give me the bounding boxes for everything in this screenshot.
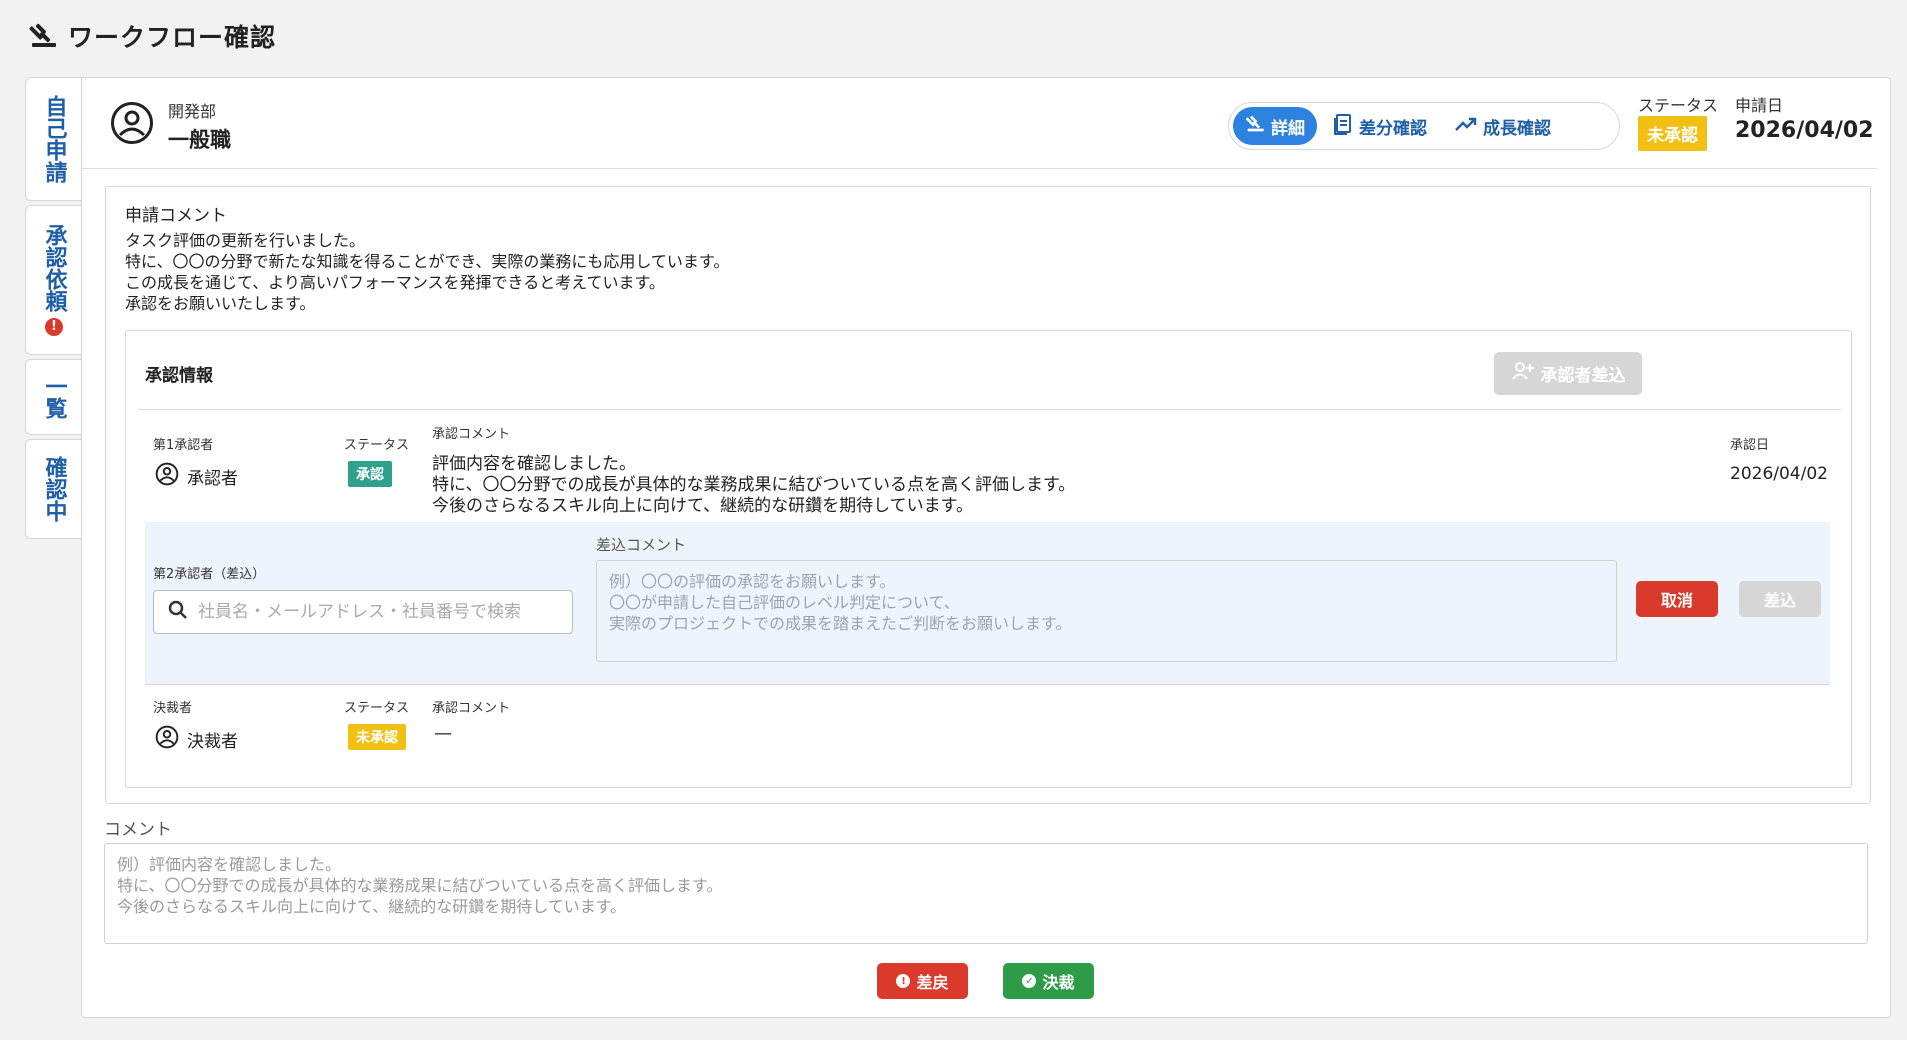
tab-diff-check[interactable]: 差分確認 bbox=[1321, 107, 1439, 145]
status-label: ステータス bbox=[1638, 96, 1719, 115]
add-approver-button[interactable]: 承認者差込 bbox=[1494, 352, 1642, 395]
person-add-icon bbox=[1511, 361, 1535, 386]
alert-icon: ! bbox=[896, 974, 911, 988]
tab-detail[interactable]: 詳細 bbox=[1233, 107, 1317, 145]
apply-date: 2026/04/02 bbox=[1735, 118, 1874, 143]
department-label: 開発部 bbox=[168, 102, 217, 121]
approver-role-label: 第2承認者（差込） bbox=[153, 567, 266, 582]
status-label: ステータス bbox=[344, 701, 410, 716]
divider bbox=[138, 409, 1841, 410]
comment-label: 承認コメント bbox=[432, 701, 511, 716]
approval-comment-text: 評価内容を確認しました。 特に、〇〇分野での成長が具体的な業務成果に結びついてい… bbox=[432, 454, 1076, 516]
comment-label: コメント bbox=[104, 820, 172, 840]
status-label: ステータス bbox=[344, 438, 410, 453]
approver-role-label: 第1承認者 bbox=[153, 438, 214, 453]
gavel-icon bbox=[1245, 114, 1265, 139]
side-tab-label: 承認依頼 bbox=[41, 224, 67, 312]
approval-date: 2026/04/02 bbox=[1730, 464, 1828, 484]
tab-growth-check[interactable]: 成長確認 bbox=[1443, 107, 1563, 145]
application-comment-text: タスク評価の更新を行いました。 特に、〇〇の分野で新たな知識を得ることができ、実… bbox=[125, 231, 730, 313]
button-label: 承認者差込 bbox=[1540, 366, 1626, 386]
user-circle-icon bbox=[110, 101, 154, 149]
side-tab-in-review[interactable]: 確認中 bbox=[25, 439, 82, 539]
document-icon bbox=[1333, 113, 1353, 140]
section-title: 申請コメント bbox=[125, 206, 227, 226]
insert-comment-textarea[interactable] bbox=[596, 560, 1617, 662]
insert-button[interactable]: 差込 bbox=[1739, 581, 1821, 617]
gavel-icon bbox=[28, 21, 58, 51]
apply-date-label: 申請日 bbox=[1735, 96, 1784, 115]
divider bbox=[82, 168, 1877, 169]
application-comment-card: 申請コメント タスク評価の更新を行いました。 特に、〇〇の分野で新たな知識を得る… bbox=[105, 186, 1871, 804]
comment-label: 差込コメント bbox=[596, 536, 687, 554]
approver-name: 承認者 bbox=[155, 462, 238, 491]
tab-label: 差分確認 bbox=[1359, 118, 1427, 139]
side-tab-label: 一覧 bbox=[41, 375, 67, 419]
side-tab-list[interactable]: 一覧 bbox=[25, 359, 82, 435]
tab-label: 詳細 bbox=[1271, 118, 1305, 139]
approver-name-text: 決裁者 bbox=[187, 732, 238, 752]
tab-label: 成長確認 bbox=[1483, 118, 1551, 139]
approval-info-card: 承認情報 承認者差込 第1承認者 承認者 ステータス 承認 承認コメント 評価内… bbox=[125, 330, 1852, 788]
position-title: 一般職 bbox=[168, 128, 231, 152]
cancel-button[interactable]: 取消 bbox=[1636, 581, 1718, 617]
button-label: 差戻 bbox=[916, 973, 949, 992]
insert-approver-row: 第2承認者（差込） 差込コメント 取消 差込 bbox=[145, 522, 1830, 685]
side-tab-label: 自己申請 bbox=[41, 95, 67, 183]
side-tab-approval-request[interactable]: 承認依頼 ! bbox=[25, 205, 82, 355]
status-badge: 承認 bbox=[348, 461, 392, 487]
user-circle-icon bbox=[155, 462, 179, 491]
return-button[interactable]: ! 差戻 bbox=[877, 963, 968, 999]
approver-name: 決裁者 bbox=[155, 725, 238, 754]
search-icon bbox=[168, 600, 188, 624]
alert-icon: ! bbox=[45, 318, 63, 336]
status-badge: 未承認 bbox=[1638, 116, 1707, 151]
approval-comment-text: — bbox=[434, 723, 452, 744]
approver-role-label: 決裁者 bbox=[153, 701, 193, 716]
approver-name-text: 承認者 bbox=[187, 469, 238, 489]
view-toggle: 詳細 差分確認 成長確認 bbox=[1228, 102, 1620, 150]
side-tab-self-apply[interactable]: 自己申請 bbox=[25, 77, 82, 201]
comment-textarea[interactable] bbox=[104, 843, 1868, 944]
app-title: ワークフロー確認 bbox=[68, 23, 277, 52]
section-title: 承認情報 bbox=[145, 366, 213, 386]
side-tab-label: 確認中 bbox=[41, 456, 67, 522]
approval-date-label: 承認日 bbox=[1730, 438, 1770, 453]
comment-label: 承認コメント bbox=[432, 427, 511, 442]
search-input[interactable] bbox=[198, 602, 558, 622]
user-circle-icon bbox=[155, 725, 179, 754]
status-badge: 未承認 bbox=[348, 724, 406, 750]
decide-button[interactable]: ✓ 決裁 bbox=[1003, 963, 1094, 999]
search-box bbox=[153, 590, 573, 634]
check-circle-icon: ✓ bbox=[1022, 974, 1037, 988]
trending-up-icon bbox=[1455, 116, 1477, 137]
app-header: ワークフロー確認 bbox=[28, 14, 276, 58]
button-label: 決裁 bbox=[1042, 973, 1075, 992]
